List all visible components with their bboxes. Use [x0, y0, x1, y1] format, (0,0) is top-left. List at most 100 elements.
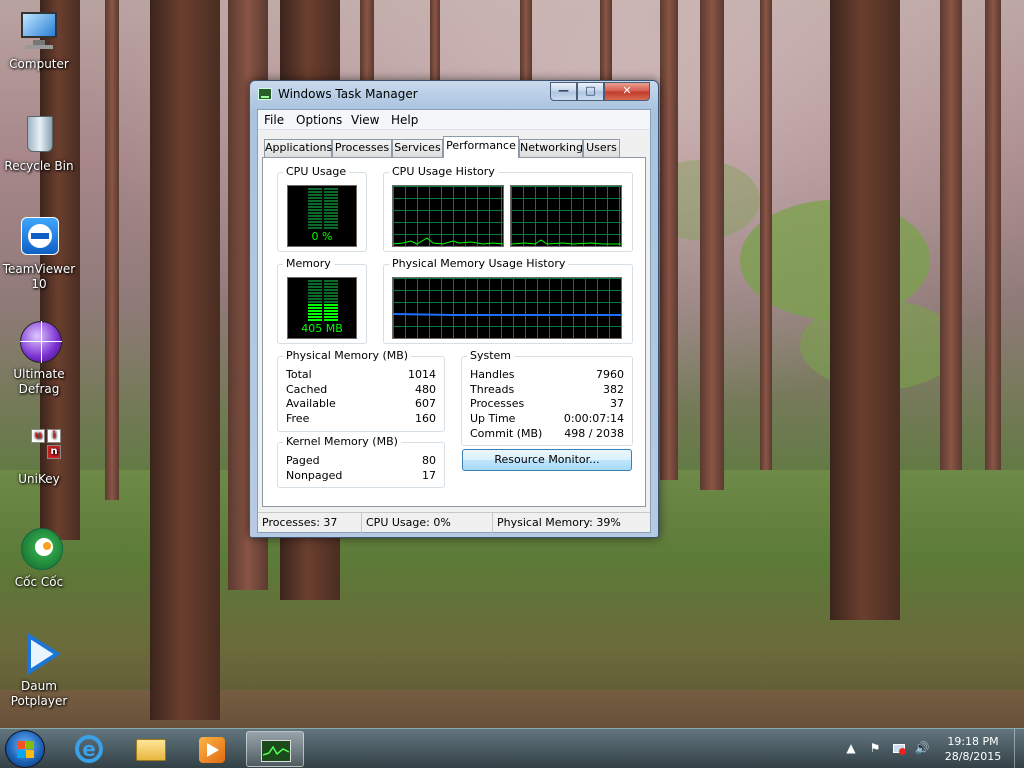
cpu-meter-segment	[324, 197, 338, 199]
cpu-meter-segment	[308, 221, 322, 223]
cpu-meter-segment	[308, 218, 322, 220]
tab-applications[interactable]: Applications	[264, 139, 332, 157]
memory-meter-segment	[308, 295, 322, 297]
show-desktop-button[interactable]	[1014, 729, 1024, 768]
tab-processes[interactable]: Processes	[332, 139, 392, 157]
cpu-meter-segment	[324, 203, 338, 205]
desktop-icon-label: Recycle Bin	[4, 159, 74, 173]
tab-services[interactable]: Services	[392, 139, 443, 157]
menu-file[interactable]: File	[264, 113, 284, 127]
memory-history-label: Physical Memory Usage History	[389, 257, 569, 270]
stat-value: 7960	[596, 368, 624, 381]
window-title: Windows Task Manager	[278, 87, 418, 101]
taskbar-internet-explorer[interactable]: e	[60, 731, 118, 767]
minimize-button[interactable]: —	[550, 82, 577, 101]
maximize-button[interactable]: □	[577, 82, 604, 101]
cpu-meter-segment	[324, 227, 338, 229]
desktop-icon-recycle-bin[interactable]: Recycle Bin	[1, 112, 77, 174]
stat-row: Free 160	[278, 412, 444, 426]
status-physical-memory: Physical Memory: 39%	[497, 516, 621, 529]
stat-value: 382	[603, 383, 624, 396]
cpu-history-graph-core-2	[510, 185, 622, 247]
stat-label: Handles	[470, 368, 515, 381]
recycle-bin-icon	[17, 112, 61, 156]
memory-meter-segment	[308, 286, 322, 288]
stat-row: Paged 80	[278, 454, 444, 468]
stat-label: Total	[286, 368, 312, 381]
action-center-icon[interactable]: ⚑	[867, 741, 883, 757]
tab-networking[interactable]: Networking	[519, 139, 583, 157]
cpu-usage-group: CPU Usage 0 %	[277, 165, 367, 252]
stat-row: Processes 37	[462, 397, 632, 411]
stat-row: Up Time 0:00:07:14	[462, 412, 632, 426]
desktop-icon-teamviewer[interactable]: TeamViewer 10	[1, 215, 77, 292]
cpu-meter-segment	[308, 203, 322, 205]
taskbar-file-explorer[interactable]	[122, 731, 180, 767]
kernel-memory-group: Kernel Memory (MB) Paged 80 Nonpaged 17	[277, 435, 445, 488]
desktop-icon-computer[interactable]: Computer	[1, 10, 77, 72]
desktop-icon-ultimate-defrag[interactable]: Ultimate Defrag	[1, 320, 77, 397]
memory-history-group: Physical Memory Usage History	[383, 257, 633, 344]
memory-meter-segment	[324, 283, 338, 285]
cpu-meter-segment	[308, 194, 322, 196]
memory-meter-segment	[308, 304, 322, 306]
memory-meter: 405 MB	[287, 277, 357, 339]
menu-view[interactable]: View	[351, 113, 379, 127]
stat-label: Processes	[470, 397, 525, 410]
menu-help[interactable]: Help	[391, 113, 418, 127]
memory-meter-segment	[324, 316, 338, 318]
memory-history-line	[393, 313, 621, 316]
taskbar-task-manager[interactable]	[246, 731, 304, 767]
memory-meter-segment	[324, 280, 338, 282]
network-icon[interactable]	[891, 741, 907, 757]
desktop-icon-coccoc[interactable]: Cốc Cốc	[1, 528, 77, 590]
title-bar[interactable]: Windows Task Manager — □ ✕	[250, 81, 658, 107]
cpu-history-graph-core-1	[392, 185, 504, 247]
taskbar-media-player[interactable]	[184, 731, 242, 767]
computer-icon	[17, 10, 61, 54]
clock-time: 19:18 PM	[947, 735, 999, 748]
cpu-meter-segment	[308, 224, 322, 226]
cpu-meter-segment	[308, 188, 322, 190]
cpu-meter-segment	[324, 194, 338, 196]
stat-row: Cached 480	[278, 383, 444, 397]
defrag-icon	[17, 320, 62, 364]
cpu-usage-label: CPU Usage	[283, 165, 350, 178]
memory-meter-segment	[324, 298, 338, 300]
potplayer-icon	[17, 632, 61, 676]
volume-icon[interactable]: 🔊	[914, 741, 930, 757]
stat-label: Commit (MB)	[470, 427, 543, 440]
clock-date: 28/8/2015	[944, 750, 1002, 763]
internet-explorer-icon: e	[75, 735, 103, 763]
system-clock[interactable]: 19:18 PM 28/8/2015	[936, 734, 1010, 764]
task-manager-window[interactable]: Windows Task Manager — □ ✕ File Options …	[249, 80, 659, 538]
window-client-area: File Options View Help Applications Proc…	[257, 109, 651, 533]
stat-value: 160	[415, 412, 436, 425]
start-button[interactable]	[5, 730, 45, 768]
cpu-meter-segment	[308, 197, 322, 199]
memory-meter-segment	[308, 319, 322, 321]
cpu-meter-segment	[324, 212, 338, 214]
resource-monitor-button[interactable]: Resource Monitor...	[462, 449, 632, 471]
close-button[interactable]: ✕	[604, 82, 650, 101]
memory-meter-segment	[308, 292, 322, 294]
desktop-icon-label: Daum Potplayer	[10, 679, 68, 708]
desktop-icon-potplayer[interactable]: Daum Potplayer	[1, 632, 77, 709]
desktop-icon-label: Computer	[9, 57, 69, 71]
tab-performance[interactable]: Performance	[443, 136, 519, 158]
stat-row: Available 607	[278, 397, 444, 411]
tab-users[interactable]: Users	[583, 139, 620, 157]
stat-label: Up Time	[470, 412, 516, 425]
stat-row: Nonpaged 17	[278, 469, 444, 483]
cpu-meter-segment	[324, 200, 338, 202]
cpu-meter-segment	[308, 212, 322, 214]
show-hidden-icons-button[interactable]: ▲	[843, 741, 859, 757]
memory-meter-segment	[308, 289, 322, 291]
task-manager-icon	[258, 88, 272, 100]
cpu-meter-segment	[324, 191, 338, 193]
memory-meter-segment	[324, 304, 338, 306]
cpu-history-group: CPU Usage History	[383, 165, 633, 252]
menu-options[interactable]: Options	[296, 113, 342, 127]
desktop-icon-unikey[interactable]: u i n UniKey	[1, 425, 77, 487]
close-icon: ✕	[622, 84, 632, 97]
